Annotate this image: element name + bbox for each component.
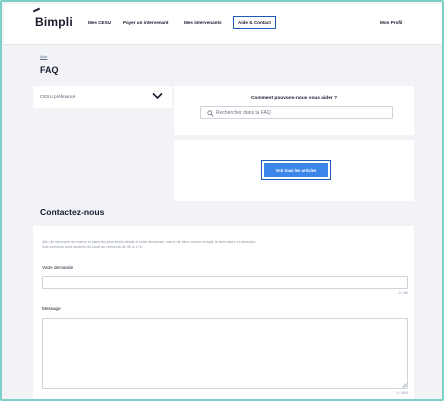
breadcrumb[interactable]: Aide bbox=[40, 55, 47, 59]
contact-intro: Afin de répondre au mieux et dans les pl… bbox=[42, 240, 402, 251]
nav-mes-intervenants[interactable]: Mes intervenants bbox=[184, 20, 222, 25]
all-articles-button[interactable]: Voir tous les articles bbox=[264, 163, 328, 177]
category-select-value: CESU préfinancé bbox=[40, 94, 76, 99]
contact-title: Contactez-nous bbox=[40, 207, 105, 217]
contact-form: Afin de répondre au mieux et dans les pl… bbox=[33, 226, 414, 399]
message-textarea[interactable] bbox=[42, 318, 408, 389]
logo-accent-icon bbox=[32, 7, 41, 13]
app-frame: Bimpli Mes CESU Payer un intervenant Mes… bbox=[0, 0, 444, 401]
search-icon bbox=[207, 110, 214, 117]
request-counter: 0 / 50 bbox=[398, 291, 409, 295]
logo-text: Bimpli bbox=[35, 15, 73, 29]
nav-payer-intervenant[interactable]: Payer un intervenant bbox=[123, 20, 168, 25]
message-label: Message bbox=[42, 306, 61, 311]
help-title: Comment pouvons-nous vous aider ? bbox=[250, 96, 338, 101]
help-search-card: Comment pouvons-nous vous aider ? bbox=[174, 86, 414, 135]
request-input[interactable] bbox=[42, 276, 408, 289]
faq-title: FAQ bbox=[40, 65, 59, 75]
resize-grip-icon[interactable] bbox=[402, 383, 407, 388]
nav-aide-contact[interactable]: Aide & Contact bbox=[233, 16, 276, 29]
top-navigation: Bimpli Mes CESU Payer un intervenant Mes… bbox=[4, 4, 442, 45]
message-counter: 0 / 800 bbox=[396, 391, 408, 395]
chevron-down-icon bbox=[152, 92, 163, 100]
nav-mon-profil[interactable]: Mon Profil bbox=[380, 20, 402, 25]
request-label: Votre demande bbox=[42, 265, 74, 270]
faq-search-input[interactable] bbox=[216, 108, 386, 118]
contact-intro-line-2: Nos services sont ouverts du lundi au ve… bbox=[42, 245, 143, 250]
all-articles-button-focus: Voir tous les articles bbox=[261, 160, 331, 180]
bimpli-logo[interactable]: Bimpli bbox=[32, 7, 73, 29]
faq-search-box[interactable] bbox=[200, 106, 393, 119]
articles-card: Voir tous les articles bbox=[174, 140, 414, 201]
category-select[interactable]: CESU préfinancé bbox=[33, 86, 172, 108]
nav-mes-cesu[interactable]: Mes CESU bbox=[88, 20, 111, 25]
